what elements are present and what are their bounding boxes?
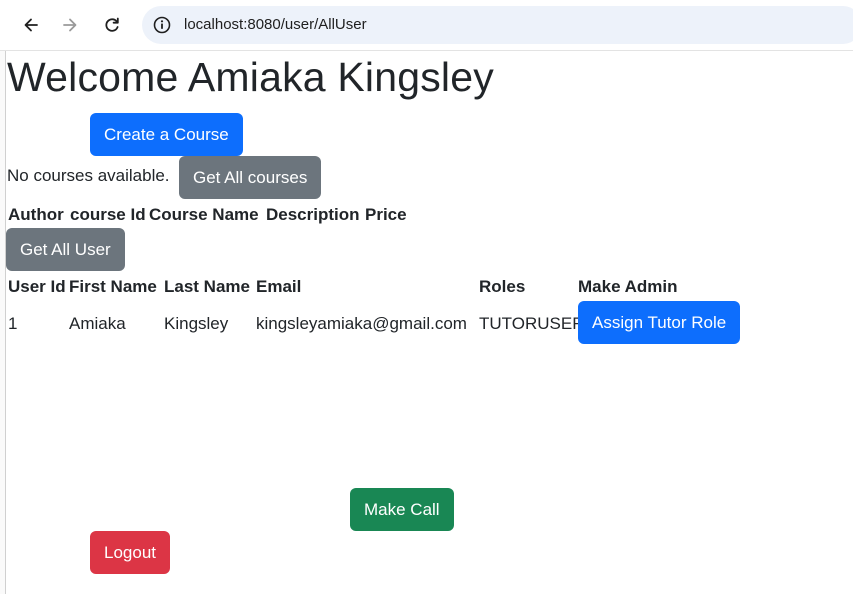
course-header-description: Description <box>266 205 360 224</box>
info-icon[interactable] <box>152 15 172 35</box>
user-row-email: kingsleyamiaka@gmail.com <box>256 314 467 333</box>
page-content: Welcome Amiaka Kingsley Create a Course … <box>6 51 853 594</box>
user-row-id: 1 <box>8 314 18 333</box>
get-all-user-button[interactable]: Get All User <box>6 228 125 271</box>
reload-icon <box>105 17 119 32</box>
url-text[interactable]: localhost:8080/user/AllUser <box>184 16 367 33</box>
user-header-last-name: Last Name <box>164 277 250 296</box>
course-header-price: Price <box>365 205 407 224</box>
arrow-left-icon <box>24 18 38 32</box>
user-row-roles: TUTORUSER <box>479 314 585 333</box>
user-header-email: Email <box>256 277 302 296</box>
logout-button[interactable]: Logout <box>90 531 170 574</box>
back-button[interactable] <box>18 12 44 38</box>
user-row-last-name: Kingsley <box>164 314 229 333</box>
user-header-user-id: User Id <box>8 277 66 296</box>
page-title: Welcome Amiaka Kingsley <box>7 54 494 100</box>
user-row-first-name: Amiaka <box>69 314 126 333</box>
course-header-course-name: Course Name <box>149 205 259 224</box>
browser-toolbar: localhost:8080/user/AllUser <box>0 0 853 51</box>
reload-button[interactable] <box>99 12 125 38</box>
user-header-make-admin: Make Admin <box>578 277 678 296</box>
course-header-author: Author <box>8 205 64 224</box>
get-all-courses-button[interactable]: Get All courses <box>179 156 322 199</box>
user-header-roles: Roles <box>479 277 526 296</box>
forward-button[interactable] <box>57 12 83 38</box>
user-header-first-name: First Name <box>69 277 157 296</box>
make-call-button[interactable]: Make Call <box>350 488 454 531</box>
arrow-right-icon <box>63 18 77 32</box>
no-courses-text: No courses available. <box>7 166 170 185</box>
address-bar[interactable]: localhost:8080/user/AllUser <box>142 6 853 44</box>
course-header-course-id: course Id <box>70 205 146 224</box>
create-course-button[interactable]: Create a Course <box>90 113 243 156</box>
assign-tutor-role-button[interactable]: Assign Tutor Role <box>578 301 741 344</box>
